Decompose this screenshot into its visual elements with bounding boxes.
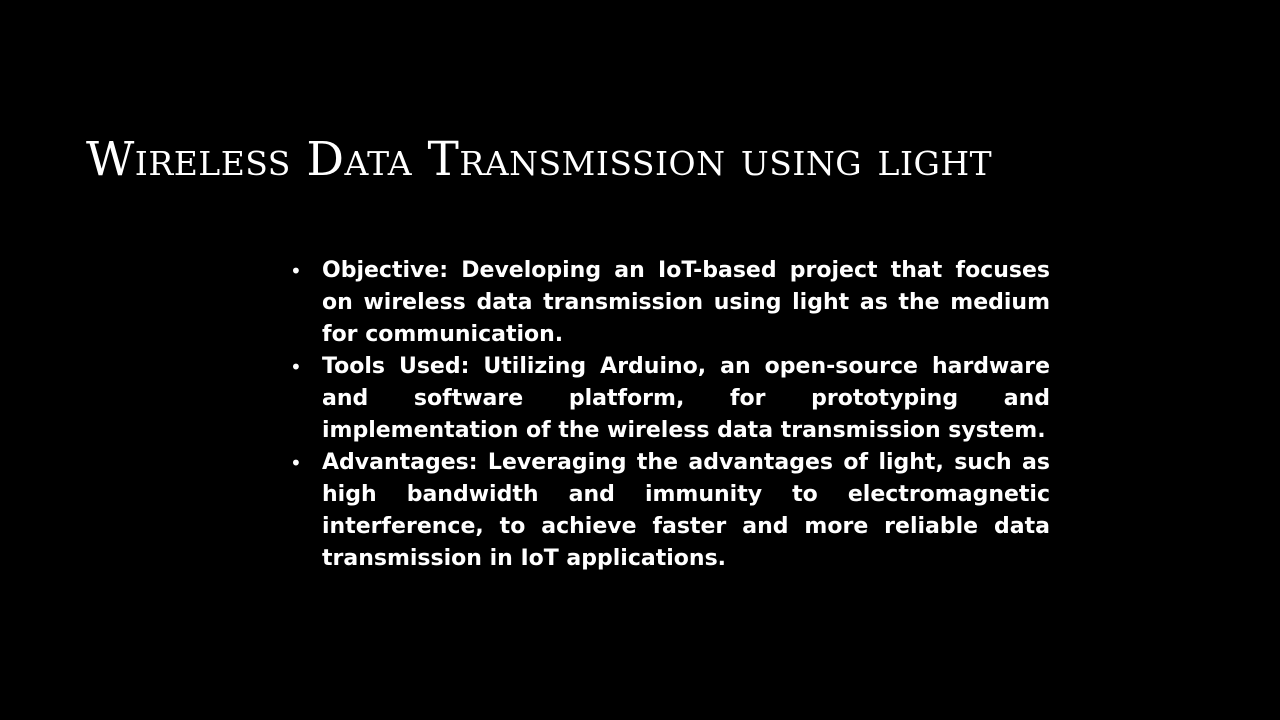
slide: Wireless Data Transmission using light •… <box>0 0 1280 720</box>
bullet-tools-used: • Tools Used: Utilizing Arduino, an open… <box>290 351 1050 447</box>
bullet-text: Objective: Developing an IoT-based proje… <box>322 258 1050 347</box>
bullet-text: Advantages: Leveraging the advantages of… <box>322 450 1050 571</box>
bullet-point-icon: • <box>290 259 302 283</box>
bullet-objective: • Objective: Developing an IoT-based pro… <box>290 255 1050 351</box>
bullet-point-icon: • <box>290 355 302 379</box>
slide-title: Wireless Data Transmission using light <box>86 132 993 187</box>
bullet-text: Tools Used: Utilizing Arduino, an open-s… <box>322 354 1050 443</box>
bullet-list: • Objective: Developing an IoT-based pro… <box>290 255 1050 575</box>
bullet-point-icon: • <box>290 451 302 475</box>
bullet-advantages: • Advantages: Leveraging the advantages … <box>290 447 1050 575</box>
